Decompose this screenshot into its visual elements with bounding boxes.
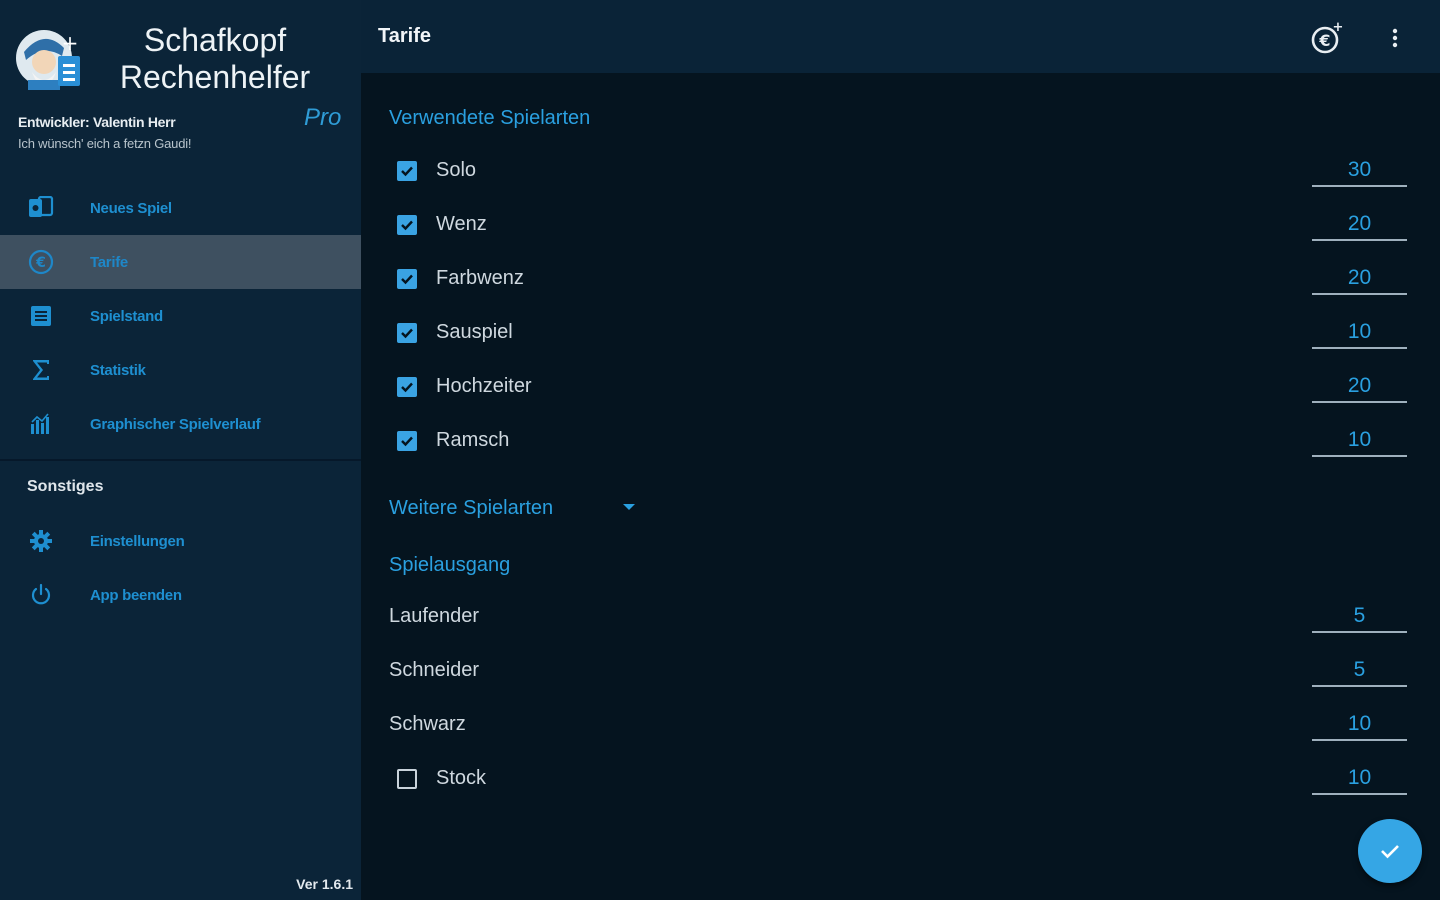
currency-button[interactable]: € + [1309,20,1345,56]
nav-item-statistik[interactable]: Statistik [0,343,361,397]
navigation-drawer: + Schafkopf Rechenhelfer Pro Entwickler:… [0,0,361,900]
value-input-solo[interactable]: 30 [1312,155,1407,187]
checkbox-solo[interactable] [397,161,417,181]
svg-text:+: + [1333,20,1344,35]
outcome-row-schneider: Schneider 5 [361,644,1440,698]
checkbox-wenz[interactable] [397,215,417,235]
nav-label: Statistik [90,361,146,379]
check-icon [1381,845,1399,859]
outcome-row-stock: Stock 10 [361,752,1440,806]
sigma-icon [28,357,54,383]
stock-label: Stock [436,767,487,789]
nav-label: Graphischer Spielverlauf [90,415,261,433]
nav-label: Spielstand [90,307,163,325]
nav-label: Neues Spiel [90,199,172,217]
pro-badge: Pro [304,104,342,131]
confirm-fab-button[interactable] [1358,819,1422,883]
game-label: Sauspiel [436,321,513,343]
nav-item-spielstand[interactable]: Spielstand [0,289,361,343]
euro-plus-icon: € + [1311,20,1344,54]
power-icon [28,582,54,608]
svg-text:€: € [35,255,46,271]
app-title-line1: Schafkopf [143,22,287,58]
outcome-row-schwarz: Schwarz 10 [361,698,1440,752]
app-title: Schafkopf Rechenhelfer [100,22,330,96]
primary-nav: Neues Spiel € Tarife Spielstand Statisti… [0,181,361,451]
section-title-used-games: Verwendete Spielarten [389,107,591,129]
checkbox-sauspiel[interactable] [397,323,417,343]
nav-label: App beenden [90,586,182,604]
bar-chart-icon [28,411,54,437]
slogan-text: Ich wünsch' eich a fetzn Gaudi! [18,136,192,151]
checkbox-hochzeiter[interactable] [397,377,417,397]
check-icon [401,166,413,177]
more-games-toggle[interactable]: Weitere Spielarten [389,497,635,520]
checkbox-farbwenz[interactable] [397,269,417,289]
game-row-farbwenz: Farbwenz 20 [361,252,1440,306]
cards-icon [28,195,54,221]
section-title-more-games: Weitere Spielarten [389,497,554,519]
overflow-menu-button[interactable] [1383,22,1407,54]
value-input-stock[interactable]: 10 [1312,763,1407,795]
section-title-outcome: Spielausgang [389,554,511,576]
check-icon [401,436,413,447]
drawer-header: + Schafkopf Rechenhelfer Pro Entwickler:… [0,0,361,165]
value-input-schneider[interactable]: 5 [1312,655,1407,687]
nav-item-tarife[interactable]: € Tarife [0,235,361,289]
game-label: Hochzeiter [436,375,532,397]
game-row-ramsch: Ramsch 10 [361,414,1440,468]
nav-item-graphischer-spielverlauf[interactable]: Graphischer Spielverlauf [0,397,361,451]
nav-item-einstellungen[interactable]: Einstellungen [0,514,361,568]
game-row-solo: Solo 30 [361,144,1440,198]
value-input-wenz[interactable]: 20 [1312,209,1407,241]
value-input-ramsch[interactable]: 10 [1312,425,1407,457]
drawer-divider [0,459,361,461]
game-row-sauspiel: Sauspiel 10 [361,306,1440,360]
svg-text:+: + [62,31,79,55]
nav-label: Einstellungen [90,532,185,550]
value-input-schwarz[interactable]: 10 [1312,709,1407,741]
outcome-label: Schneider [389,659,480,681]
check-icon [401,328,413,339]
outcome-row-laufender: Laufender 5 [361,590,1440,644]
value-input-laufender[interactable]: 5 [1312,601,1407,633]
euro-icon: € [28,249,54,275]
app-logo-icon: + [16,30,80,90]
app-bar: Tarife € + [361,0,1440,73]
check-icon [401,220,413,231]
checkbox-stock[interactable] [397,769,417,789]
version-text: Ver 1.6.1 [296,876,353,892]
page-title: Tarife [378,25,431,47]
developer-text: Entwickler: Valentin Herr [18,114,176,130]
svg-text:€: € [1318,31,1330,50]
game-row-hochzeiter: Hochzeiter 20 [361,360,1440,414]
nav-item-neues-spiel[interactable]: Neues Spiel [0,181,361,235]
dropdown-arrow-icon [623,504,635,510]
check-icon [401,274,413,285]
secondary-nav: Einstellungen App beenden [0,514,361,622]
outcome-label: Schwarz [389,713,466,735]
more-vert-icon [1392,28,1398,48]
game-label: Farbwenz [436,267,524,289]
game-label: Wenz [436,213,487,235]
drawer-section-title: Sonstiges [27,478,104,495]
value-input-farbwenz[interactable]: 20 [1312,263,1407,295]
value-input-hochzeiter[interactable]: 20 [1312,371,1407,403]
tariff-settings-content: Verwendete Spielarten Solo 30 Wenz 20 Fa… [361,73,1440,900]
list-icon [28,303,54,329]
nav-label: Tarife [90,253,128,271]
value-input-sauspiel[interactable]: 10 [1312,317,1407,349]
checkbox-ramsch[interactable] [397,431,417,451]
gear-icon [28,528,54,554]
nav-item-app-beenden[interactable]: App beenden [0,568,361,622]
game-label: Solo [436,159,477,181]
game-label: Ramsch [436,429,510,451]
check-icon [401,382,413,393]
outcome-label: Laufender [389,605,480,627]
app-title-line2: Rechenhelfer [119,59,311,95]
game-row-wenz: Wenz 20 [361,198,1440,252]
